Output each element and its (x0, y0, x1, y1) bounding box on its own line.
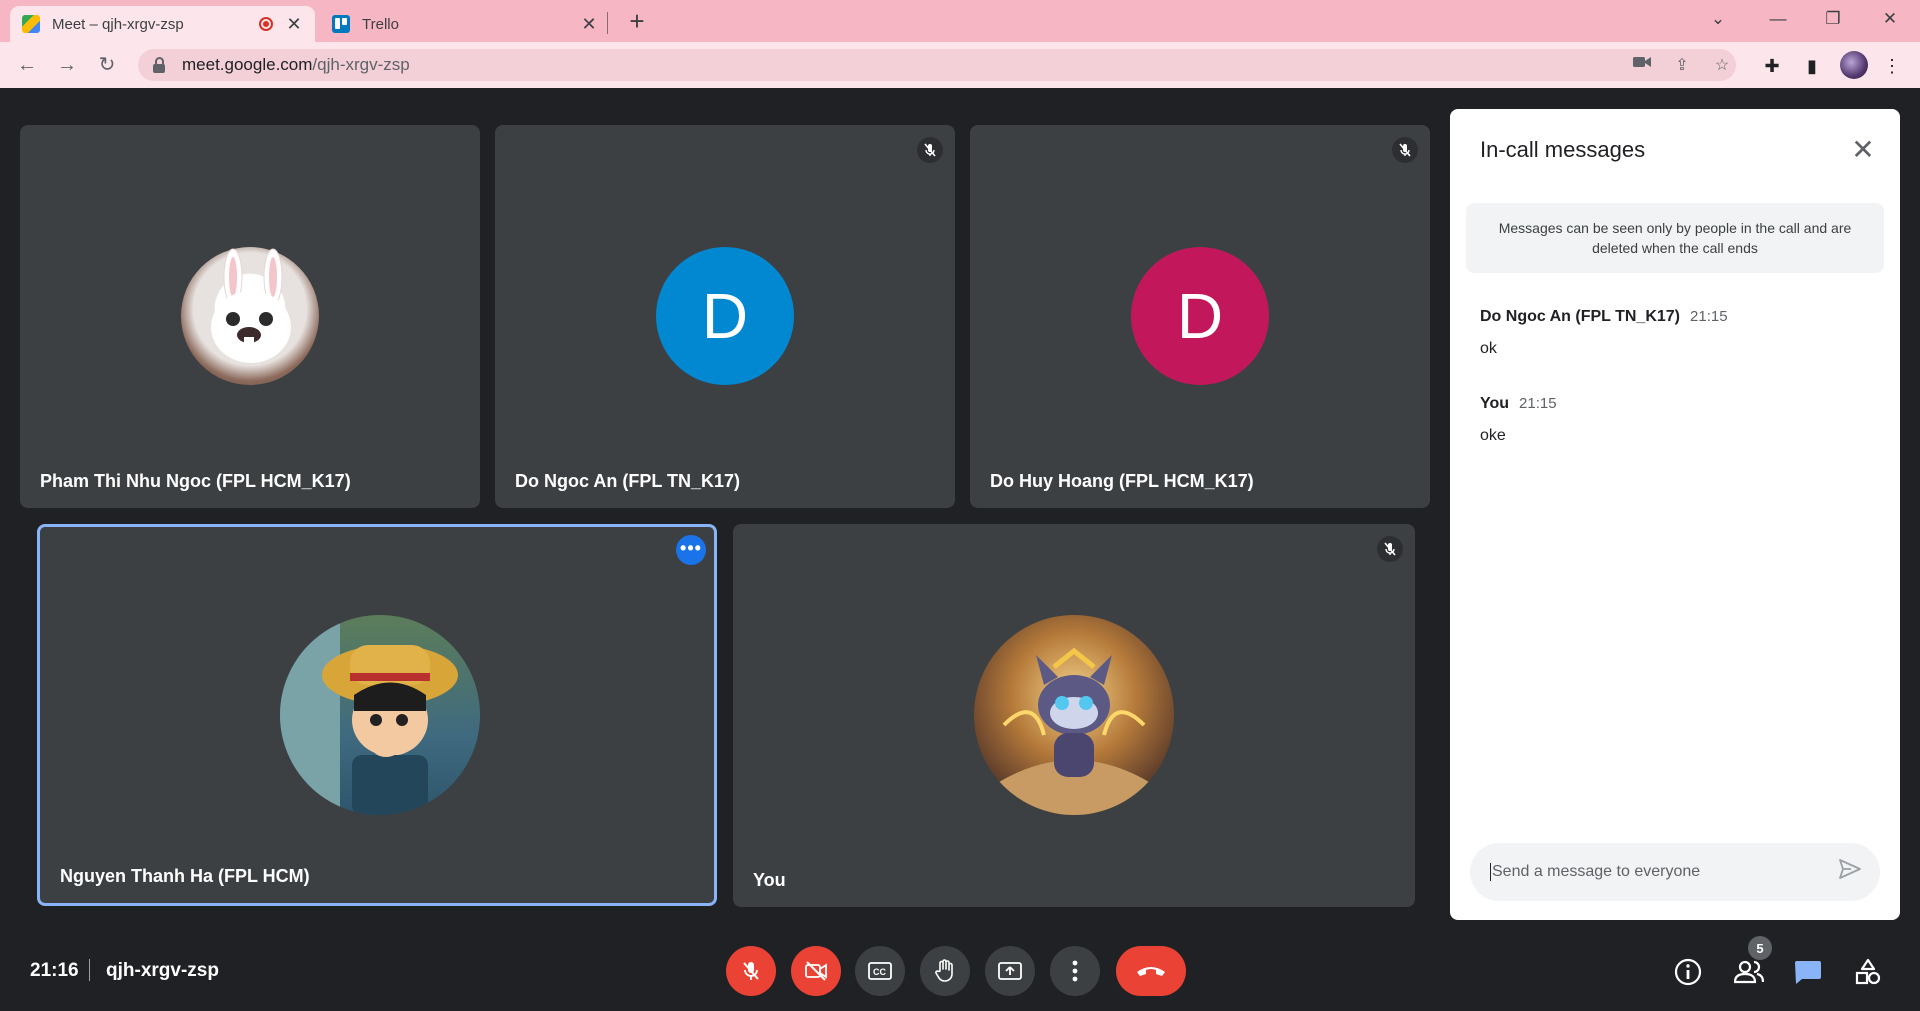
participant-name: Do Huy Hoang (FPL HCM_K17) (990, 471, 1254, 491)
message-time: 21:15 (1519, 395, 1557, 412)
panel-title: In-call messages (1480, 137, 1646, 162)
activities-icon[interactable] (1852, 956, 1884, 988)
address-bar[interactable]: meet.google.com/qjh-xrgv-zsp (138, 49, 1736, 81)
minimize-icon[interactable]: — (1763, 6, 1793, 32)
raise-hand-button[interactable] (920, 946, 970, 996)
url-path: /qjh-xrgv-zsp (312, 55, 410, 74)
participant-avatar (181, 247, 319, 385)
close-window-icon[interactable]: ✕ (1875, 6, 1905, 32)
close-panel-icon[interactable]: ✕ (1846, 133, 1880, 167)
chat-icon[interactable] (1792, 956, 1824, 988)
browser-tab-bar: Meet – qjh-xrgv-zsp ✕ Trello ✕ + ⌄ — ❐ ✕ (0, 0, 1920, 42)
tab-meet[interactable]: Meet – qjh-xrgv-zsp ✕ (10, 6, 315, 42)
message-sender: Do Ngoc An (FPL TN_K17) (1480, 308, 1681, 325)
meeting-details-icon[interactable] (1672, 956, 1704, 988)
present-screen-button[interactable] (985, 946, 1035, 996)
close-tab-icon[interactable]: ✕ (580, 14, 598, 35)
tab-divider (607, 12, 608, 34)
bookmark-star-icon[interactable]: ☆ (1712, 56, 1732, 76)
present-icon (998, 962, 1022, 980)
message-input-placeholder: Send a message to everyone (1492, 863, 1701, 880)
browser-toolbar: ← → ↻ meet.google.com/qjh-xrgv-zsp ⇪ ☆ ✚… (0, 42, 1920, 88)
url-domain: meet.google.com (182, 55, 313, 74)
mic-off-icon (1392, 137, 1418, 163)
message-time: 21:15 (1690, 308, 1728, 325)
url-text: meet.google.com/qjh-xrgv-zsp (182, 55, 410, 75)
camera-off-icon (805, 961, 827, 981)
back-arrow-icon[interactable]: ← (12, 50, 42, 80)
text-cursor (1490, 863, 1491, 881)
chat-message: Do Ngoc An (FPL TN_K17) 21:15 ok (1480, 308, 1728, 358)
participant-tile[interactable]: D Do Huy Hoang (FPL HCM_K17) (970, 125, 1430, 508)
more-options-button[interactable] (1050, 946, 1100, 996)
recording-icon (259, 17, 273, 31)
participant-tile[interactable]: Pham Thi Nhu Ngoc (FPL HCM_K17) (20, 125, 480, 508)
camera-toggle-button[interactable] (791, 946, 841, 996)
participant-count-badge: 5 (1748, 936, 1772, 960)
participant-name: Pham Thi Nhu Ngoc (FPL HCM_K17) (40, 471, 351, 491)
meet-favicon-icon (22, 15, 40, 33)
trello-favicon-icon (332, 15, 350, 33)
send-icon[interactable] (1836, 858, 1864, 886)
message-text: oke (1480, 427, 1506, 444)
hang-up-icon (1137, 967, 1165, 976)
participant-name: Nguyen Thanh Ha (FPL HCM) (60, 866, 310, 886)
close-tab-icon[interactable]: ✕ (285, 14, 303, 35)
side-panel-icon[interactable]: ▮ (1800, 54, 1824, 78)
hand-icon (935, 959, 953, 982)
chat-notice: Messages can be seen only by people in t… (1466, 203, 1884, 273)
browser-menu-icon[interactable]: ⋮ (1880, 54, 1904, 78)
participant-avatar (280, 615, 480, 815)
participant-tile[interactable]: D Do Ngoc An (FPL TN_K17) (495, 125, 955, 508)
message-text: ok (1480, 340, 1497, 357)
svg-text:CC: CC (873, 967, 886, 977)
meeting-time: 21:16 (30, 960, 79, 981)
forward-arrow-icon[interactable]: → (52, 50, 82, 80)
chat-message: You 21:15 oke (1480, 395, 1557, 445)
participant-avatar: D (656, 247, 794, 385)
participant-avatar (974, 615, 1174, 815)
more-options-button[interactable]: ••• (676, 535, 706, 565)
new-tab-button[interactable]: + (622, 6, 652, 36)
mic-toggle-button[interactable] (726, 946, 776, 996)
divider (89, 959, 90, 981)
captions-button[interactable]: CC (855, 946, 905, 996)
tab-title: Trello (362, 15, 399, 33)
closed-captions-icon: CC (868, 962, 892, 980)
leave-call-button[interactable] (1116, 946, 1186, 996)
lock-icon[interactable] (152, 57, 166, 73)
restore-icon[interactable]: ❐ (1818, 6, 1848, 32)
in-call-messages-panel: In-call messages ✕ Messages can be seen … (1450, 109, 1900, 920)
reload-icon[interactable]: ↻ (92, 50, 122, 80)
camera-in-use-icon[interactable] (1632, 55, 1652, 75)
participant-tile-highlighted[interactable]: ••• Nguyen Thanh Ha (FPL HCM) (37, 524, 717, 906)
tab-title: Meet – qjh-xrgv-zsp (52, 15, 184, 33)
tab-trello[interactable]: Trello ✕ (320, 6, 610, 42)
meeting-code: qjh-xrgv-zsp (106, 960, 219, 981)
profile-avatar[interactable] (1840, 51, 1868, 79)
participant-name: You (753, 870, 786, 890)
participant-name: Do Ngoc An (FPL TN_K17) (515, 471, 741, 491)
share-icon[interactable]: ⇪ (1672, 56, 1692, 76)
mic-off-icon (917, 137, 943, 163)
people-icon[interactable] (1733, 956, 1765, 988)
tab-search-icon[interactable]: ⌄ (1703, 6, 1733, 32)
extensions-icon[interactable]: ✚ (1760, 54, 1784, 78)
participant-avatar: D (1131, 247, 1269, 385)
message-sender: You (1480, 395, 1510, 412)
more-vert-icon (1072, 960, 1078, 982)
mic-off-icon (743, 962, 759, 980)
mic-off-icon (1377, 536, 1403, 562)
participant-tile-self[interactable]: You (733, 524, 1415, 907)
message-input[interactable]: Send a message to everyone (1470, 843, 1880, 901)
